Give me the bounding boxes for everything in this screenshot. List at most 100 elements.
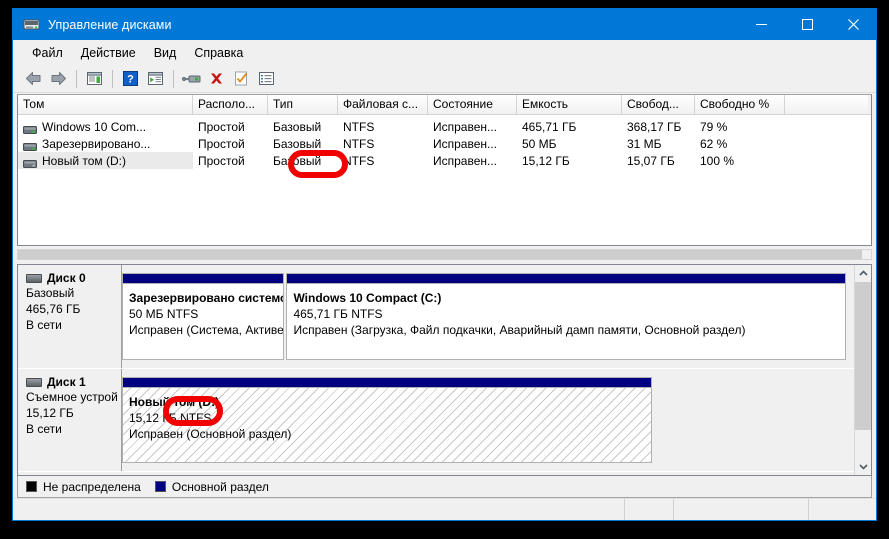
column-header-type[interactable]: Тип bbox=[268, 95, 338, 114]
partition-new-volume-d[interactable]: Новый том (D:) 15,12 ГБ NTFS Исправен (О… bbox=[122, 377, 652, 463]
column-header-capacity[interactable]: Емкость bbox=[517, 95, 622, 114]
list-view-icon[interactable] bbox=[254, 67, 278, 90]
disk-0-type: Базовый bbox=[26, 285, 117, 301]
volume-cell-layout: Простой bbox=[193, 135, 268, 152]
partition-windows-10-compact-size: 465,71 ГБ NTFS bbox=[293, 306, 845, 322]
legend-primary-partition-swatch bbox=[155, 481, 166, 492]
table-row[interactable]: Зарезервировано... Простой Базовый NTFS … bbox=[18, 135, 871, 152]
status-cell-two bbox=[625, 499, 674, 520]
status-cell-three bbox=[674, 499, 809, 520]
volume-list[interactable]: Том Располо... Тип Файловая с... Состоян… bbox=[17, 94, 872, 246]
partition-new-volume-d-body: Новый том (D:) 15,12 ГБ NTFS Исправен (О… bbox=[122, 387, 652, 463]
disk-1-type: Съемное устрой bbox=[26, 389, 117, 405]
volume-cell-type: Базовый bbox=[268, 135, 338, 152]
vertical-scrollbar-track[interactable] bbox=[855, 282, 871, 458]
menu-bar: Файл Действие Вид Справка bbox=[13, 40, 876, 65]
volume-cell-free-percent: 62 % bbox=[695, 135, 785, 152]
rescan-disks-icon[interactable] bbox=[229, 67, 253, 90]
scroll-down-arrow-icon[interactable] bbox=[855, 458, 871, 475]
partition-windows-10-compact-bar bbox=[286, 273, 846, 283]
disk-0-info[interactable]: Диск 0 Базовый 465,76 ГБ В сети bbox=[18, 265, 122, 368]
graphical-view-content: Диск 0 Базовый 465,76 ГБ В сети Зарезерв… bbox=[18, 265, 854, 475]
volume-cell-filesystem: NTFS bbox=[338, 118, 428, 135]
show-console-tree-icon[interactable] bbox=[82, 67, 106, 90]
volume-name-text: Зарезервировано... bbox=[42, 137, 150, 151]
table-row[interactable]: Новый том (D:) Простой Базовый NTFS Испр… bbox=[18, 152, 871, 169]
minimize-button[interactable] bbox=[738, 9, 784, 40]
disk-0-row[interactable]: Диск 0 Базовый 465,76 ГБ В сети Зарезерв… bbox=[18, 265, 854, 369]
table-row[interactable]: Windows 10 Com... Простой Базовый NTFS И… bbox=[18, 118, 871, 135]
vertical-scrollbar[interactable] bbox=[854, 265, 871, 475]
volume-name-text: Windows 10 Com... bbox=[42, 120, 146, 134]
legend-unallocated-swatch bbox=[26, 481, 37, 492]
column-header-free-space[interactable]: Свобод... bbox=[622, 95, 695, 114]
column-header-free-percent[interactable]: Свободно % bbox=[695, 95, 785, 114]
column-header-status[interactable]: Состояние bbox=[428, 95, 517, 114]
maximize-button[interactable] bbox=[784, 9, 830, 40]
scroll-up-arrow-icon[interactable] bbox=[855, 265, 871, 282]
partition-windows-10-compact-body: Windows 10 Compact (C:) 465,71 ГБ NTFS И… bbox=[286, 283, 846, 360]
partition-system-reserved-title: Зарезервировано системо bbox=[129, 290, 283, 306]
help-icon[interactable]: ? bbox=[118, 67, 142, 90]
screenshot-root: Управление дисками Файл Действие Вид Спр… bbox=[0, 0, 889, 539]
menu-help[interactable]: Справка bbox=[185, 43, 252, 63]
menu-file[interactable]: Файл bbox=[23, 43, 72, 63]
show-action-pane-icon[interactable] bbox=[143, 67, 167, 90]
toolbar-separator bbox=[76, 70, 77, 88]
column-header-layout[interactable]: Располо... bbox=[193, 95, 268, 114]
volume-fixed-icon bbox=[23, 140, 37, 148]
vertical-scrollbar-thumb[interactable] bbox=[855, 282, 871, 430]
disk-0-status: В сети bbox=[26, 317, 117, 333]
disk-0-title: Диск 0 bbox=[47, 271, 86, 285]
partition-new-volume-d-status: Исправен (Основной раздел) bbox=[129, 426, 651, 442]
menu-action[interactable]: Действие bbox=[72, 43, 145, 63]
partition-system-reserved-bar bbox=[122, 273, 284, 283]
volume-list-body: Windows 10 Com... Простой Базовый NTFS И… bbox=[18, 115, 871, 169]
disk-1-row[interactable]: Диск 1 Съемное устрой 15,12 ГБ В сети Но… bbox=[18, 369, 854, 472]
volume-cell-name: Новый том (D:) bbox=[18, 152, 193, 169]
volume-cell-layout: Простой bbox=[193, 118, 268, 135]
horizontal-scrollbar-thumb[interactable] bbox=[18, 250, 862, 259]
partition-system-reserved-body: Зарезервировано системо 50 МБ NTFS Испра… bbox=[122, 283, 284, 360]
column-header-volume[interactable]: Том bbox=[18, 95, 193, 114]
status-cell-four bbox=[809, 499, 876, 520]
delete-icon[interactable] bbox=[204, 67, 228, 90]
back-icon[interactable] bbox=[21, 67, 45, 90]
legend-unallocated: Не распределена bbox=[26, 480, 141, 494]
volume-cell-free-space: 31 МБ bbox=[622, 135, 695, 152]
forward-icon[interactable] bbox=[46, 67, 70, 90]
partition-new-volume-d-title: Новый том (D:) bbox=[129, 394, 651, 410]
partition-system-reserved-status: Исправен (Система, Активе bbox=[129, 322, 283, 338]
column-header-empty[interactable] bbox=[785, 95, 868, 114]
partition-system-reserved-size: 50 МБ NTFS bbox=[129, 306, 283, 322]
volume-cell-capacity: 15,12 ГБ bbox=[517, 152, 622, 169]
toolbar-separator bbox=[112, 70, 113, 88]
partition-system-reserved[interactable]: Зарезервировано системо 50 МБ NTFS Испра… bbox=[122, 273, 284, 360]
horizontal-scrollbar[interactable] bbox=[17, 249, 872, 260]
volume-cell-layout: Простой bbox=[193, 152, 268, 169]
toolbar: ? bbox=[13, 65, 876, 93]
menu-view[interactable]: Вид bbox=[145, 43, 186, 63]
svg-text:?: ? bbox=[127, 74, 134, 86]
disk-0-capacity: 465,76 ГБ bbox=[26, 301, 117, 317]
properties-icon[interactable] bbox=[179, 67, 203, 90]
disk-1-capacity: 15,12 ГБ bbox=[26, 405, 117, 421]
volume-fixed-icon bbox=[23, 123, 37, 131]
legend: Не распределена Основной раздел bbox=[17, 476, 872, 498]
partition-windows-10-compact[interactable]: Windows 10 Compact (C:) 465,71 ГБ NTFS И… bbox=[286, 273, 846, 360]
volume-cell-free-percent: 100 % bbox=[695, 152, 785, 169]
disk-0-partitions: Зарезервировано системо 50 МБ NTFS Испра… bbox=[122, 265, 854, 368]
toolbar-separator bbox=[173, 70, 174, 88]
disk-1-info[interactable]: Диск 1 Съемное устрой 15,12 ГБ В сети bbox=[18, 369, 122, 471]
graphical-view: Диск 0 Базовый 465,76 ГБ В сети Зарезерв… bbox=[17, 264, 872, 476]
column-header-filesystem[interactable]: Файловая с... bbox=[338, 95, 428, 114]
disk-management-window: Управление дисками Файл Действие Вид Спр… bbox=[12, 8, 877, 521]
partition-new-volume-d-bar bbox=[122, 377, 652, 387]
volume-cell-free-percent: 79 % bbox=[695, 118, 785, 135]
volume-cell-type: Базовый bbox=[268, 118, 338, 135]
close-button[interactable] bbox=[830, 9, 876, 40]
disk-icon bbox=[26, 274, 42, 283]
status-cell-main bbox=[13, 499, 625, 520]
disk-1-partitions: Новый том (D:) 15,12 ГБ NTFS Исправен (О… bbox=[122, 369, 854, 471]
volume-cell-free-space: 368,17 ГБ bbox=[622, 118, 695, 135]
